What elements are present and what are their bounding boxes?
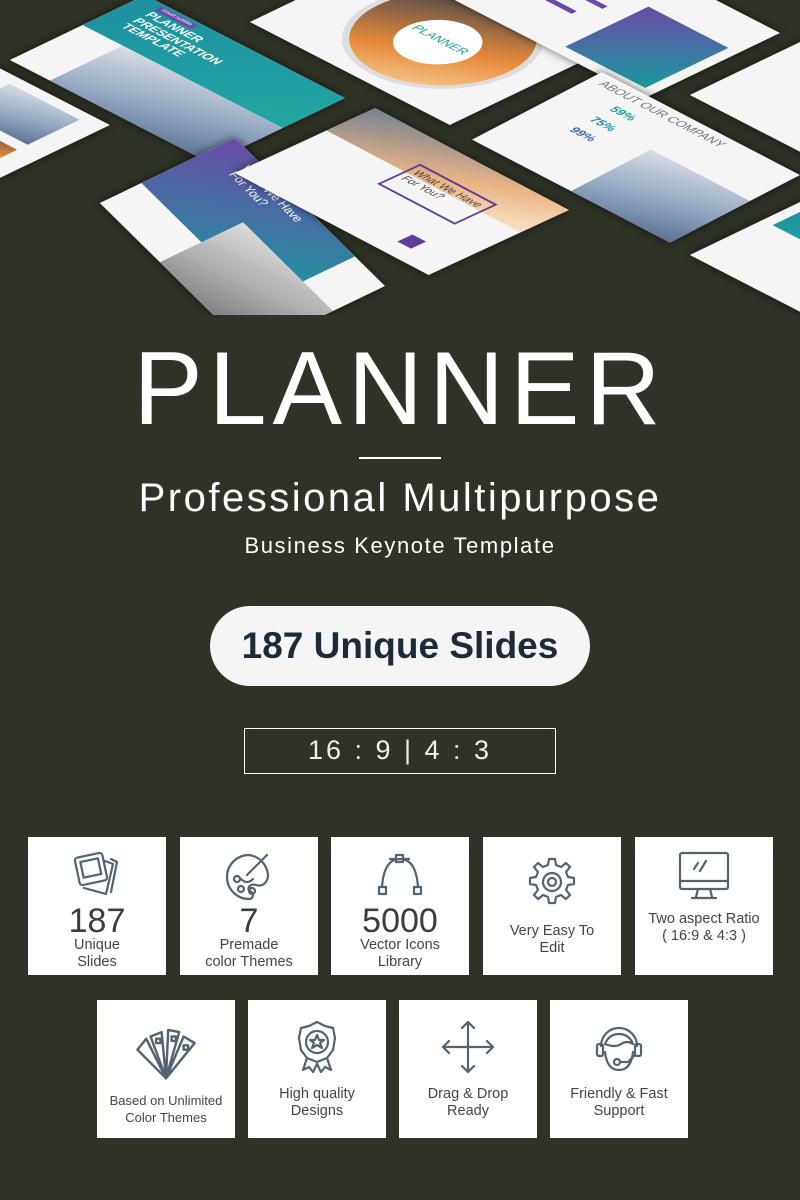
gear-icon [528, 857, 576, 905]
feature-easy-edit: Very Easy To Edit [483, 837, 621, 975]
award-badge-icon [297, 1020, 337, 1074]
stat-2: 75% [585, 115, 620, 134]
slides-icon [73, 851, 119, 896]
feature-vector-icons: 5000 Vector Icons Library [331, 837, 469, 975]
color-swatch-icon [136, 1028, 196, 1080]
feature-number: 187 [68, 902, 126, 940]
vector-pen-icon [377, 853, 423, 896]
feature-unique-slides: 187 Unique Slides [28, 837, 166, 975]
feature-unlimited-colors: Based on Unlimited Color Themes [97, 1000, 235, 1138]
slide-mockups: Small subtitle PLANNER PRESENTATION TEMP… [0, 0, 800, 315]
feature-label: High quality Designs [279, 1086, 355, 1119]
move-arrows-icon [441, 1020, 495, 1074]
feature-number: 5000 [362, 902, 438, 940]
aspect-ratio-box: 16 : 9 | 4 : 3 [244, 728, 556, 774]
page-title: PLANNER [133, 331, 667, 447]
stat-3: 99% [565, 125, 600, 144]
feature-label: Very Easy To Edit [509, 923, 595, 956]
stat-1: 59% [605, 105, 640, 123]
feature-label: Two aspect Ratio ( 16:9 & 4:3 ) [648, 911, 760, 944]
feature-label: Friendly & Fast Support [570, 1086, 668, 1119]
feature-label: Unique Slides [74, 937, 120, 970]
feature-color-themes: 7 Premade color Themes [180, 837, 318, 975]
feature-number: 7 [239, 902, 259, 940]
feature-label: Vector Icons Library [360, 937, 440, 970]
headset-icon [595, 1026, 643, 1072]
subtitle: Professional Multipurpose [138, 476, 662, 520]
monitor-icon [678, 851, 730, 900]
feature-aspect-ratio: Two aspect Ratio ( 16:9 & 4:3 ) [635, 837, 773, 975]
feature-label: Based on Unlimited Color Themes [109, 1093, 223, 1125]
feature-support: Friendly & Fast Support [550, 1000, 688, 1138]
feature-drag-drop: Drag & Drop Ready [399, 1000, 537, 1138]
palette-icon [225, 853, 270, 901]
feature-label: Premade color Themes [205, 937, 293, 970]
slide-count-badge: 187 Unique Slides [210, 606, 590, 686]
title-divider [359, 457, 441, 459]
feature-label: Drag & Drop Ready [427, 1086, 509, 1119]
tagline: Business Keynote Template [244, 533, 556, 558]
feature-high-quality: High quality Designs [248, 1000, 386, 1138]
